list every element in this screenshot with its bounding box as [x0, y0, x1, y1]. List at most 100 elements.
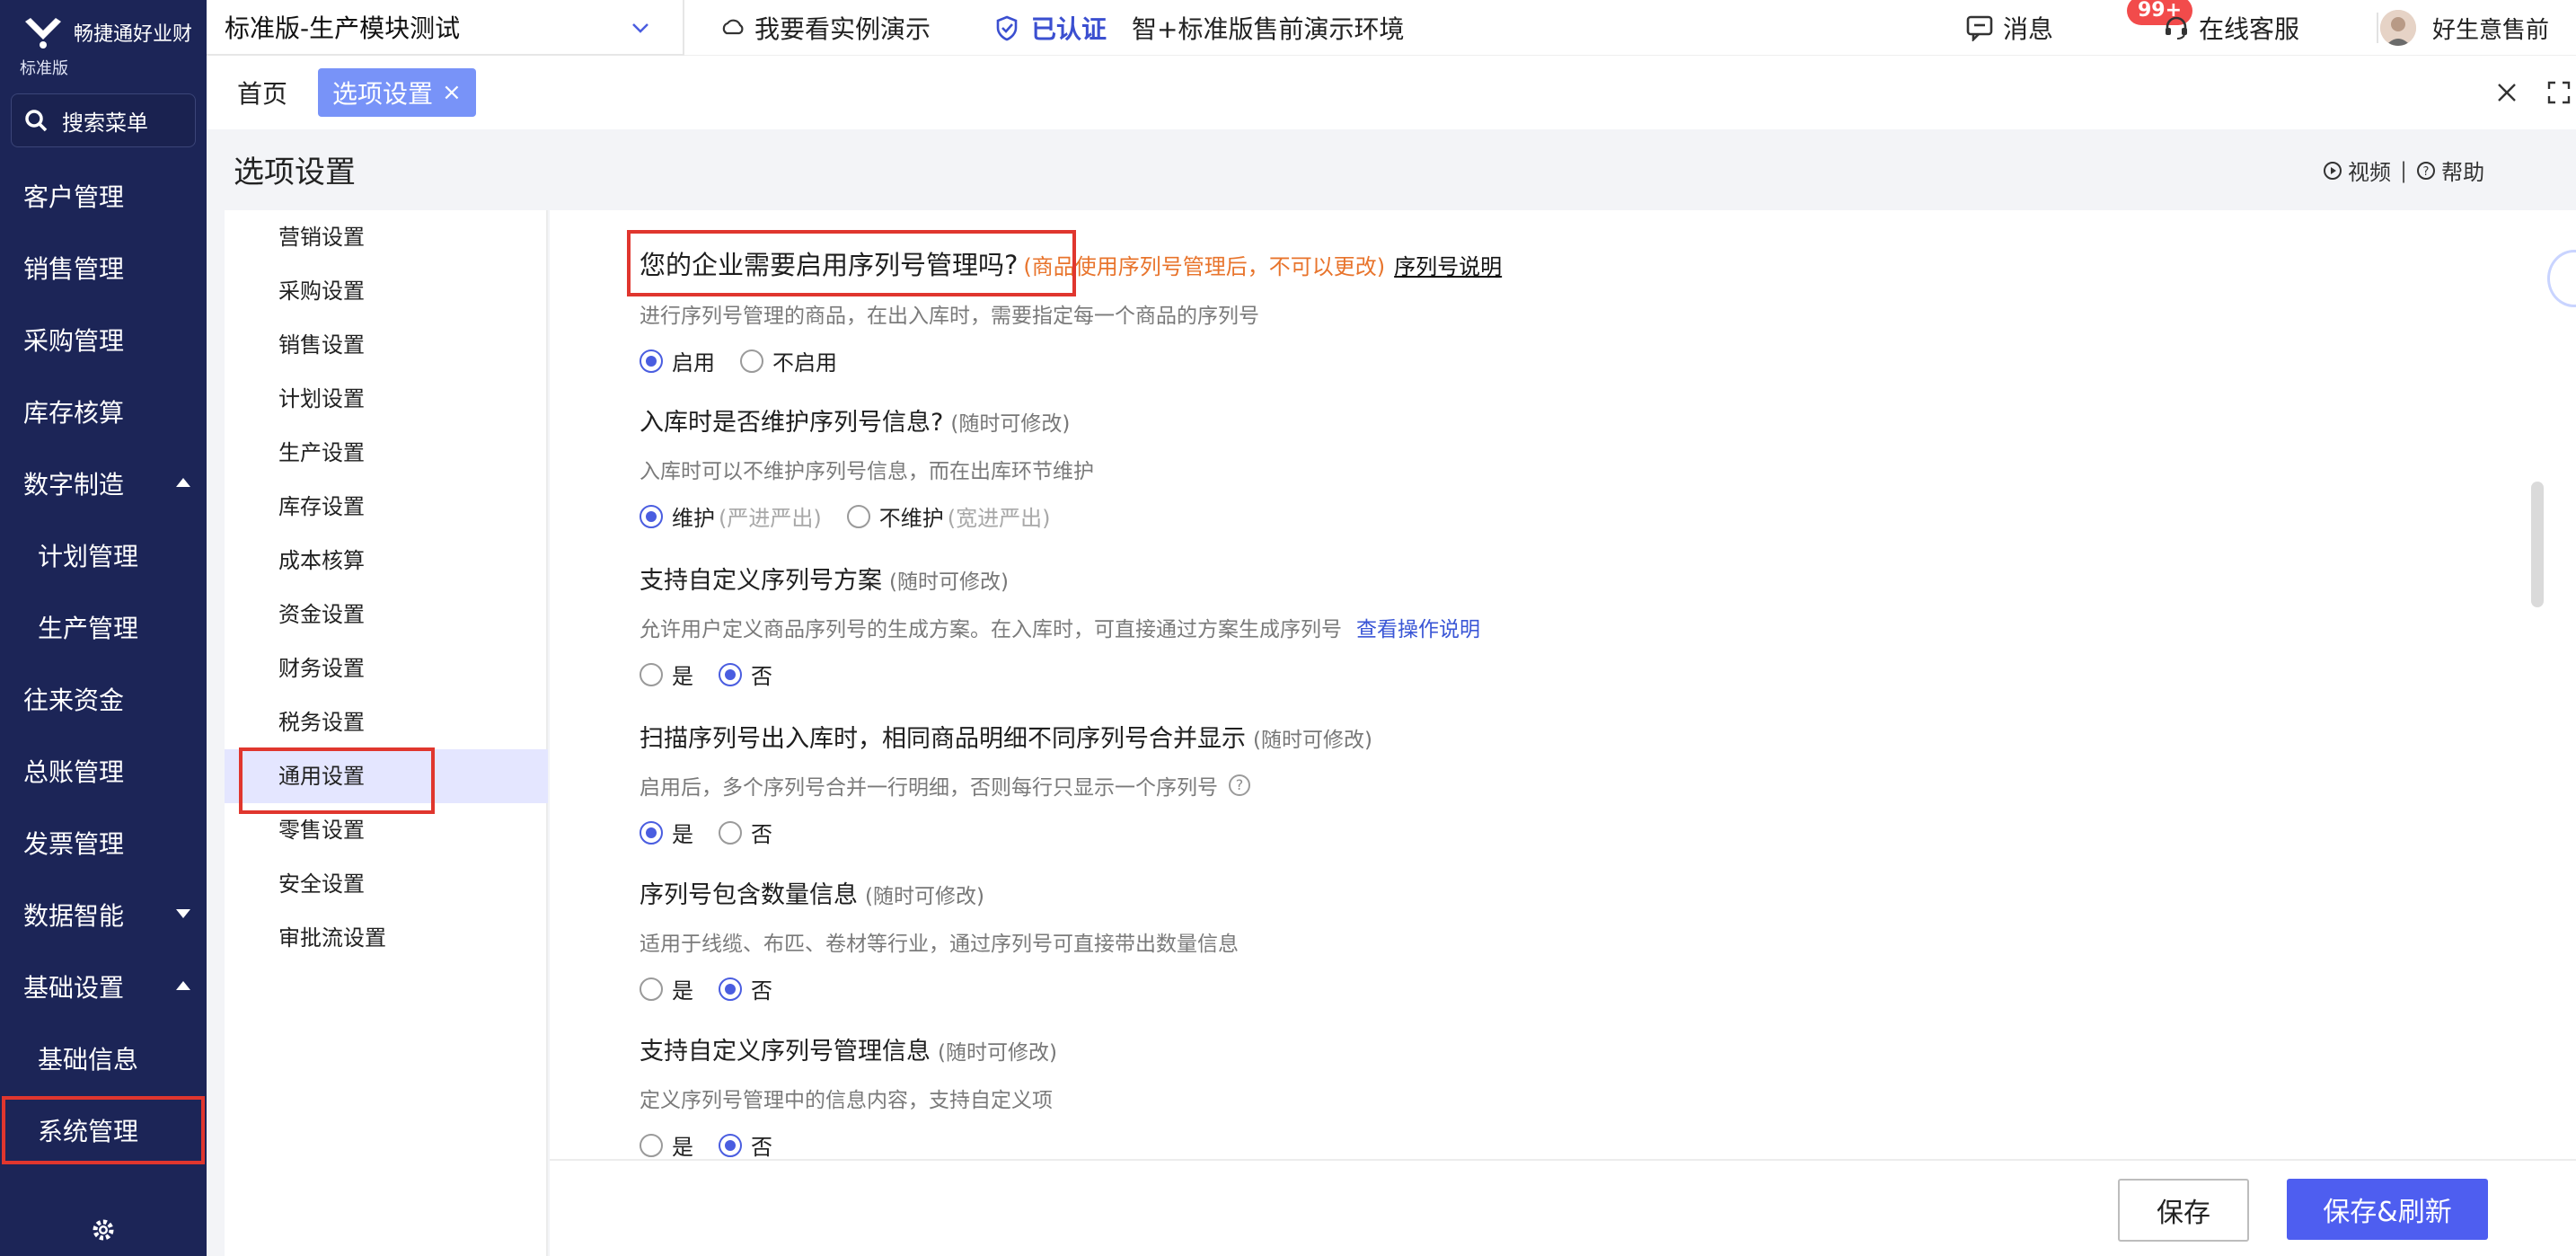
nav-item-plan[interactable]: 计划管理 [0, 519, 207, 591]
top-bar: 标准版-生产模块测试 我要看实例演示 已认证 智+标准版售前演示环境 消息 99… [207, 0, 2576, 56]
radio-dot [719, 820, 742, 845]
radio-not-maintain[interactable]: 不维护 (宽进严出) [846, 500, 1050, 532]
question-icon[interactable]: ? [1229, 774, 1250, 796]
search-icon [25, 110, 48, 132]
nav-item-purchase[interactable]: 采购管理 [0, 304, 207, 376]
option-note: (随时可修改) [1253, 729, 1372, 752]
nav-item-sales[interactable]: 销售管理 [0, 232, 207, 304]
nav-item-basic-info[interactable]: 基础信息 [0, 1022, 207, 1094]
radio-no[interactable]: 否 [719, 1129, 772, 1161]
left-nav: 畅捷通好业财 标准版 搜索菜单 客户管理 销售管理 采购管理 库存核算 数字制造… [0, 0, 207, 1256]
radio-enable[interactable]: 启用 [640, 345, 715, 376]
radio-label: 是 [672, 1135, 693, 1160]
fullscreen-icon[interactable] [2545, 79, 2572, 106]
radio-no[interactable]: 否 [719, 973, 772, 1004]
option-note: (随时可修改) [889, 571, 1009, 594]
menu-search-button[interactable]: 搜索菜单 [11, 93, 196, 147]
settings-nav-general[interactable]: 通用设置 [225, 747, 548, 814]
option-title: 支持自定义序列号方案 (随时可修改) [640, 561, 1480, 596]
account-select[interactable]: 标准版-生产模块测试 [207, 0, 683, 56]
caret-down-icon [176, 909, 190, 918]
settings-nav-finance[interactable]: 财务设置 [225, 641, 548, 695]
radio-maintain[interactable]: 维护 (严进严出) [640, 500, 822, 532]
radio-yes[interactable]: 是 [640, 817, 693, 848]
settings-nav-funds[interactable]: 资金设置 [225, 588, 548, 641]
save-refresh-button[interactable]: 保存&刷新 [2287, 1179, 2488, 1240]
nav-item-label: 系统管理 [38, 1117, 139, 1146]
radio-dot [640, 504, 663, 528]
nav-item-ledger[interactable]: 总账管理 [0, 735, 207, 807]
view-instructions-link[interactable]: 查看操作说明 [1356, 612, 1480, 642]
settings-nav-sales[interactable]: 销售设置 [225, 318, 548, 372]
option-description: 启用后，多个序列号合并一行明细，否则每行只显示一个序列号? [640, 770, 1372, 800]
radio-dot [640, 977, 663, 1001]
settings-nav-approval-flow[interactable]: 审批流设置 [225, 911, 548, 965]
radio-dot [740, 349, 763, 373]
settings-nav-costing[interactable]: 成本核算 [225, 534, 548, 588]
close-tab-icon[interactable]: × [442, 79, 462, 106]
radio-yes[interactable]: 是 [640, 973, 693, 1004]
radio-disable[interactable]: 不启用 [740, 345, 837, 376]
help-link[interactable]: ? 帮助 [2416, 155, 2484, 186]
demo-link[interactable]: 我要看实例演示 [720, 0, 931, 56]
option-qty-info: 序列号包含数量信息 (随时可修改) 适用于线缆、布匹、卷材等行业，通过序列号可直接… [640, 875, 1239, 1004]
chevron-down-icon [632, 23, 648, 33]
settings-nav-retail[interactable]: 零售设置 [225, 803, 548, 857]
option-description: 进行序列号管理的商品，在出入库时，需要指定每一个商品的序列号 [640, 305, 1259, 328]
tab-strip: 首页 选项设置 × [207, 56, 2576, 129]
radio-no[interactable]: 否 [719, 659, 772, 690]
nav-item-inventory[interactable]: 库存核算 [0, 376, 207, 447]
brand-logo[interactable]: 畅捷通好业财 标准版 [14, 5, 203, 78]
gear-icon[interactable] [88, 1215, 119, 1245]
online-support-button[interactable]: 在线客服 [2163, 0, 2299, 56]
option-custom-scheme: 支持自定义序列号方案 (随时可修改) 允许用户定义商品序列号的生成方案。在入库时，… [640, 561, 1480, 690]
close-icon[interactable] [2493, 79, 2520, 106]
radio-dot [640, 349, 663, 373]
nav-item-label: 基础设置 [23, 973, 125, 1003]
avatar-icon [2380, 10, 2416, 46]
option-title: 支持自定义序列号管理信息 (随时可修改) [640, 1031, 1057, 1066]
settings-panel: 您的企业需要启用序列号管理吗? (商品使用序列号管理后，不可以更改) 序列号说明 进… [550, 210, 2576, 1256]
option-custom-info: 支持自定义序列号管理信息 (随时可修改) 定义序列号管理中的信息内容，支持自定义项… [640, 1031, 1057, 1161]
menu-search-label: 搜索菜单 [62, 110, 148, 136]
settings-nav-tax[interactable]: 税务设置 [225, 695, 548, 749]
video-link[interactable]: 视频 [2323, 155, 2391, 186]
help-circle-icon: ? [2417, 161, 2436, 180]
nav-item-customer[interactable]: 客户管理 [0, 160, 207, 232]
radio-no[interactable]: 否 [719, 817, 772, 848]
messages-label: 消息 [2003, 14, 2054, 44]
radio-group: 是 否 [640, 973, 1239, 1004]
tab-options-settings[interactable]: 选项设置 × [318, 68, 476, 117]
radio-yes[interactable]: 是 [640, 659, 693, 690]
nav-item-basic-settings[interactable]: 基础设置 [0, 951, 207, 1022]
settings-nav-inventory[interactable]: 库存设置 [225, 480, 548, 534]
page-header: 选项设置 视频 | ? 帮助 [207, 129, 2576, 210]
option-title: 扫描序列号出入库时，相同商品明细不同序列号合并显示 (随时可修改) [640, 719, 1372, 754]
nav-item-funds[interactable]: 往来资金 [0, 663, 207, 735]
user-menu[interactable]: 好生意售前 [2380, 0, 2549, 56]
content-area: 营销设置 采购设置 销售设置 计划设置 生产设置 库存设置 成本核算 资金设置 … [207, 210, 2576, 1256]
scrollbar-thumb[interactable] [2531, 482, 2544, 607]
settings-nav-plan[interactable]: 计划设置 [225, 372, 548, 426]
settings-nav: 营销设置 采购设置 销售设置 计划设置 生产设置 库存设置 成本核算 资金设置 … [225, 210, 548, 1256]
settings-nav-purchase[interactable]: 采购设置 [225, 264, 548, 318]
nav-item-data-intelligence[interactable]: 数据智能 [0, 879, 207, 951]
help-separator: | [2400, 157, 2408, 183]
verified-badge: 已认证 [993, 0, 1107, 56]
radio-group: 是 否 [640, 1129, 1057, 1161]
nav-item-system-management[interactable]: 系统管理 [0, 1094, 207, 1166]
messages-button[interactable]: 消息 [1965, 0, 2053, 56]
settings-nav-production[interactable]: 生产设置 [225, 426, 548, 480]
serial-help-link[interactable]: 序列号说明 [1394, 254, 1502, 279]
nav-item-invoice[interactable]: 发票管理 [0, 807, 207, 879]
radio-yes[interactable]: 是 [640, 1129, 693, 1161]
nav-item-label: 客户管理 [23, 182, 125, 212]
nav-item-production[interactable]: 生产管理 [0, 591, 207, 663]
option-merge-display: 扫描序列号出入库时，相同商品明细不同序列号合并显示 (随时可修改) 启用后，多个序… [640, 719, 1372, 848]
save-button[interactable]: 保存 [2118, 1179, 2249, 1242]
nav-item-digital-manufacturing[interactable]: 数字制造 [0, 447, 207, 519]
settings-nav-marketing[interactable]: 营销设置 [225, 210, 548, 264]
video-link-label: 视频 [2348, 160, 2391, 185]
settings-nav-security[interactable]: 安全设置 [225, 857, 548, 911]
tab-home[interactable]: 首页 [237, 72, 287, 117]
